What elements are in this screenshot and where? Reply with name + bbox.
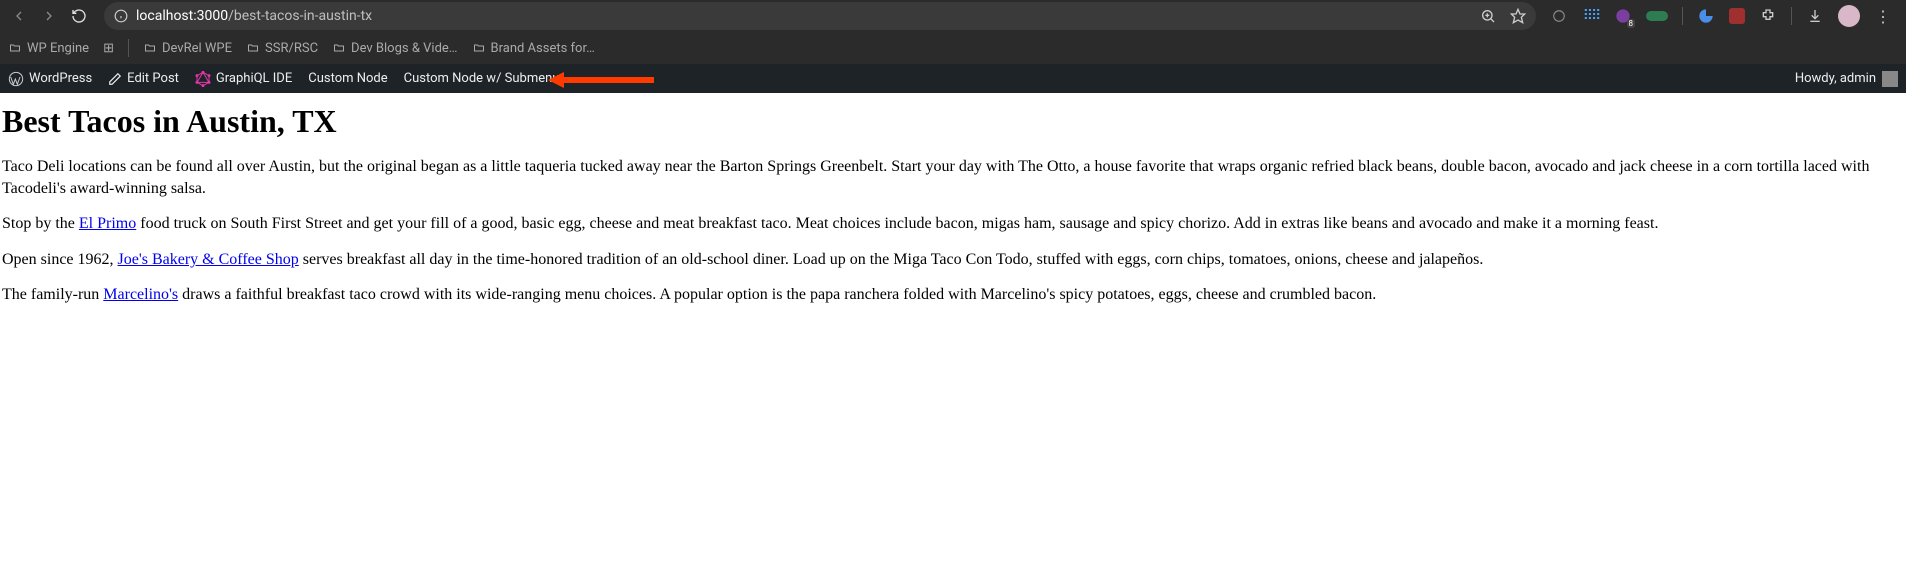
folder-icon xyxy=(246,42,260,54)
browser-chrome: localhost:3000/best-tacos-in-austin-tx ⠿… xyxy=(0,0,1906,64)
text-run: serves breakfast all day in the time-hon… xyxy=(299,251,1484,268)
bookmark-label: Dev Blogs & Vide… xyxy=(351,41,457,56)
folder-icon xyxy=(8,42,22,54)
text-run: food truck on South First Street and get… xyxy=(136,215,1658,232)
wp-admin-bar: WordPress Edit Post GraphiQL IDE Custom … xyxy=(0,64,1906,93)
wp-menu-wordpress[interactable]: WordPress xyxy=(8,71,92,87)
page-title: Best Tacos in Austin, TX xyxy=(2,103,1904,140)
nav-reload-button[interactable] xyxy=(68,5,90,27)
bookmark-star-icon[interactable] xyxy=(1510,8,1526,24)
paragraph: Open since 1962, Joe's Bakery & Coffee S… xyxy=(2,249,1904,271)
wp-menu-label: Edit Post xyxy=(127,71,179,86)
wp-menu-label: Custom Node w/ Submenu xyxy=(404,71,560,86)
wp-menu-label: WordPress xyxy=(29,71,92,86)
apps-grid-icon[interactable]: ⠿⠿ xyxy=(1582,7,1600,25)
bookmark-label: Brand Assets for… xyxy=(491,41,595,56)
zoom-icon[interactable] xyxy=(1480,8,1496,24)
apps-shortcut-icon[interactable]: ⊞ xyxy=(103,41,114,56)
graphql-icon xyxy=(195,71,211,87)
pencil-icon xyxy=(108,72,122,86)
wp-menu-graphiql-ide[interactable]: GraphiQL IDE xyxy=(195,71,292,87)
wordpress-icon xyxy=(8,71,24,87)
browser-menu-icon[interactable]: ⋮ xyxy=(1874,7,1892,25)
extension-badge-count: 8 xyxy=(1627,19,1636,28)
paragraph: The family-run Marcelino's draws a faith… xyxy=(2,284,1904,306)
link-el-primo[interactable]: El Primo xyxy=(79,215,136,232)
bookmark-label: DevRel WPE xyxy=(162,41,232,56)
download-icon[interactable] xyxy=(1806,7,1824,25)
browser-right-icons: ⠿⠿ 8 ⋮ xyxy=(1550,5,1898,27)
extension-blue-icon[interactable] xyxy=(1697,7,1715,25)
nav-forward-button[interactable] xyxy=(38,5,60,27)
folder-icon xyxy=(332,42,346,54)
extension-badge-icon[interactable]: 8 xyxy=(1614,7,1632,25)
paragraph: Taco Deli locations can be found all ove… xyxy=(2,156,1904,199)
paragraph: Stop by the El Primo food truck on South… xyxy=(2,213,1904,235)
bookmark-item[interactable]: SSR/RSC xyxy=(246,41,318,56)
bookmark-item[interactable]: DevRel WPE xyxy=(143,41,232,56)
browser-toolbar: localhost:3000/best-tacos-in-austin-tx ⠿… xyxy=(0,0,1906,32)
link-marcelinos[interactable]: Marcelino's xyxy=(103,286,178,303)
wp-user-avatar[interactable] xyxy=(1882,71,1898,87)
profile-avatar[interactable] xyxy=(1838,5,1860,27)
extension-icon[interactable] xyxy=(1550,7,1568,25)
wp-howdy-text[interactable]: Howdy, admin xyxy=(1795,71,1876,86)
extensions-puzzle-icon[interactable] xyxy=(1759,7,1777,25)
nav-back-button[interactable] xyxy=(8,5,30,27)
extension-green-icon[interactable] xyxy=(1646,11,1668,21)
bookmark-item[interactable]: WP Engine xyxy=(8,41,89,56)
wp-menu-label: GraphiQL IDE xyxy=(216,71,292,86)
bookmark-item[interactable]: Brand Assets for… xyxy=(472,41,595,56)
separator xyxy=(1791,7,1792,25)
folder-icon xyxy=(143,42,157,54)
address-bar[interactable]: localhost:3000/best-tacos-in-austin-tx xyxy=(104,2,1536,30)
text-run: The family-run xyxy=(2,286,103,303)
bookmark-item[interactable]: Dev Blogs & Vide… xyxy=(332,41,457,56)
wp-menu-custom-node-submenu[interactable]: Custom Node w/ Submenu xyxy=(404,71,560,86)
wp-menu-custom-node[interactable]: Custom Node xyxy=(308,71,387,86)
folder-icon xyxy=(472,42,486,54)
extension-red-icon[interactable] xyxy=(1729,8,1745,24)
text-run: draws a faithful breakfast taco crowd wi… xyxy=(178,286,1376,303)
site-info-icon[interactable] xyxy=(114,9,128,23)
bookmarks-bar: WP Engine ⊞ DevRel WPE SSR/RSC Dev Blogs… xyxy=(0,32,1906,64)
separator xyxy=(1682,7,1683,25)
text-run: Stop by the xyxy=(2,215,79,232)
bookmark-label: SSR/RSC xyxy=(265,41,318,56)
page-content: Best Tacos in Austin, TX Taco Deli locat… xyxy=(0,103,1906,306)
wp-menu-edit-post[interactable]: Edit Post xyxy=(108,71,179,86)
bookmark-label: WP Engine xyxy=(27,41,89,56)
link-joes-bakery[interactable]: Joe's Bakery & Coffee Shop xyxy=(118,251,299,268)
text-run: Open since 1962, xyxy=(2,251,118,268)
separator xyxy=(128,39,129,57)
wp-menu-label: Custom Node xyxy=(308,71,387,86)
url-text: localhost:3000/best-tacos-in-austin-tx xyxy=(136,8,372,24)
